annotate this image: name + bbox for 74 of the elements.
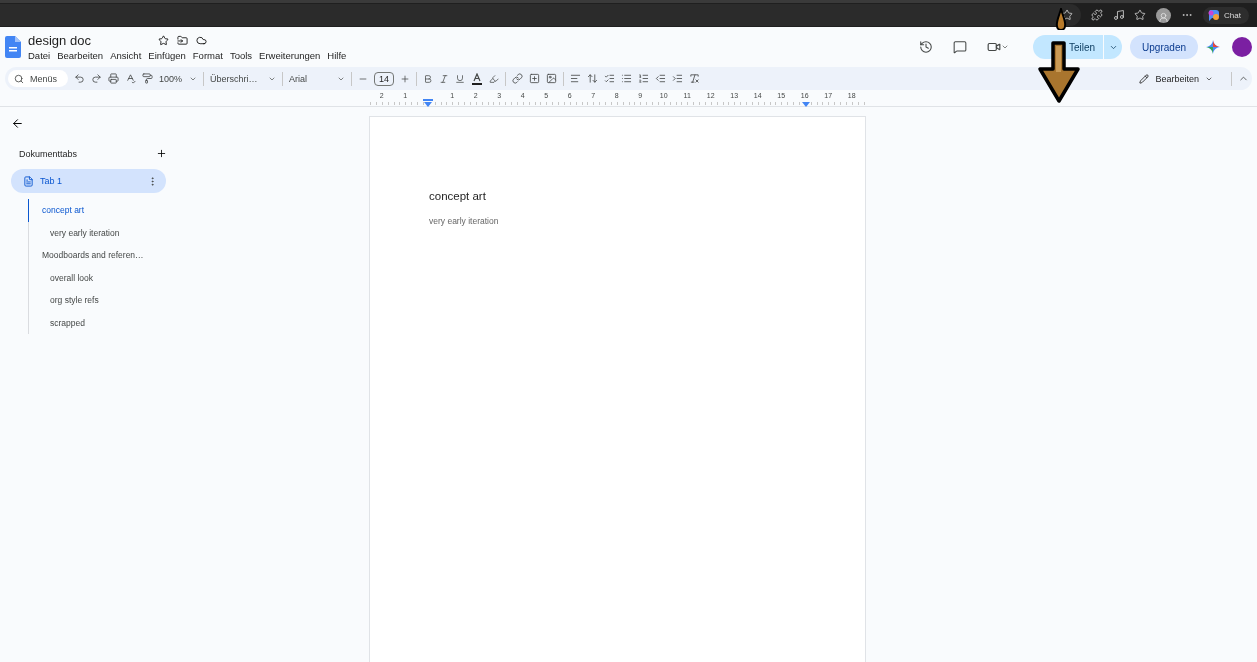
link-icon[interactable] <box>512 73 523 84</box>
subheading-text: very early iteration <box>429 216 500 226</box>
indent-decrease-icon[interactable] <box>655 73 666 84</box>
undo-icon[interactable] <box>74 73 85 84</box>
numbered-list-icon[interactable] <box>638 73 649 84</box>
search-icon <box>14 73 24 84</box>
spellcheck-icon[interactable] <box>125 73 136 84</box>
outline-item[interactable]: Moodboards and referen… <box>28 244 194 267</box>
clear-formatting-icon[interactable] <box>689 73 700 84</box>
drop-drawing <box>1054 8 1068 30</box>
caret-icon <box>1000 43 1009 51</box>
outline-item[interactable]: overall look <box>28 266 194 289</box>
history-icon[interactable] <box>918 40 933 54</box>
menu-item[interactable]: Tools <box>229 50 253 61</box>
menu-item[interactable]: Format <box>192 50 223 61</box>
sparkle-icon[interactable] <box>1206 40 1220 54</box>
line-spacing-icon[interactable] <box>587 73 598 84</box>
outline-item[interactable]: concept art <box>28 199 194 222</box>
image-icon[interactable] <box>546 73 557 84</box>
align-left-icon[interactable] <box>570 73 581 84</box>
font-size-field[interactable]: 14 <box>374 71 394 86</box>
add-comment-icon[interactable] <box>529 73 540 84</box>
document-tab[interactable]: Tab 1 <box>11 169 166 193</box>
style-dropdown[interactable]: Überschri… <box>210 73 276 84</box>
menu-search-field[interactable]: Menüs <box>8 70 68 87</box>
zoom-dropdown[interactable]: 100% <box>159 73 197 84</box>
font-dropdown[interactable]: Arial <box>289 73 345 84</box>
document-title[interactable]: design doc <box>28 33 150 48</box>
outline-item[interactable]: scrapped <box>28 311 194 334</box>
menu-search-input[interactable]: Menüs <box>28 72 62 85</box>
menu-item[interactable]: Ansicht <box>110 50 142 61</box>
menu-item[interactable]: Datei <box>28 50 51 61</box>
highlighter-icon[interactable] <box>489 73 499 84</box>
menu-item[interactable]: Erweiterungen <box>259 50 321 61</box>
print-icon[interactable] <box>108 73 119 84</box>
bullet-list-icon[interactable] <box>621 73 632 84</box>
chat-logo-icon <box>1207 8 1221 22</box>
outline-item[interactable]: very early iteration <box>28 221 194 244</box>
indent-increase-icon[interactable] <box>672 73 683 84</box>
indent-marker-icon[interactable] <box>423 99 433 107</box>
heading-text: concept art <box>429 190 487 202</box>
star-icon[interactable] <box>158 35 169 46</box>
checklist-icon[interactable] <box>604 73 615 84</box>
redo-icon[interactable] <box>91 73 102 84</box>
upgrade-button[interactable]: Upgraden <box>1130 35 1198 59</box>
menu-item[interactable]: Einfügen <box>148 50 186 61</box>
underline-icon[interactable] <box>455 73 465 84</box>
mode-dropdown[interactable]: Bearbeiten <box>1139 73 1225 84</box>
cloud-icon[interactable] <box>196 35 207 46</box>
person-icon <box>1158 11 1170 23</box>
outline-item[interactable]: org style refs <box>28 289 194 312</box>
paint-format-icon[interactable] <box>142 73 153 84</box>
pencil-icon <box>1139 73 1150 84</box>
chat-button[interactable]: Chat <box>1203 6 1249 24</box>
video-icon <box>986 40 1001 54</box>
text-color-icon[interactable] <box>471 72 483 85</box>
comment-icon[interactable] <box>952 40 967 54</box>
back-icon[interactable] <box>11 117 24 130</box>
italic-icon[interactable] <box>439 73 449 84</box>
bold-icon[interactable] <box>423 73 433 84</box>
document-icon <box>23 175 34 187</box>
folder-icon[interactable] <box>177 35 188 46</box>
indent-marker-icon[interactable] <box>801 99 811 107</box>
menu-item[interactable]: Bearbeiten <box>57 50 104 61</box>
menu-item[interactable]: Hilfe <box>327 50 347 61</box>
add-tab-icon[interactable] <box>156 148 167 159</box>
profile-avatar[interactable] <box>1156 7 1172 23</box>
music-icon[interactable] <box>1112 9 1125 21</box>
increase-icon[interactable] <box>400 73 410 84</box>
user-avatar[interactable] <box>1232 37 1252 57</box>
favorites-icon[interactable] <box>1134 9 1147 21</box>
docs-logo-icon[interactable] <box>5 36 21 58</box>
sidebar-heading: Dokumenttabs <box>19 148 78 159</box>
puzzle-icon[interactable] <box>1090 9 1103 21</box>
